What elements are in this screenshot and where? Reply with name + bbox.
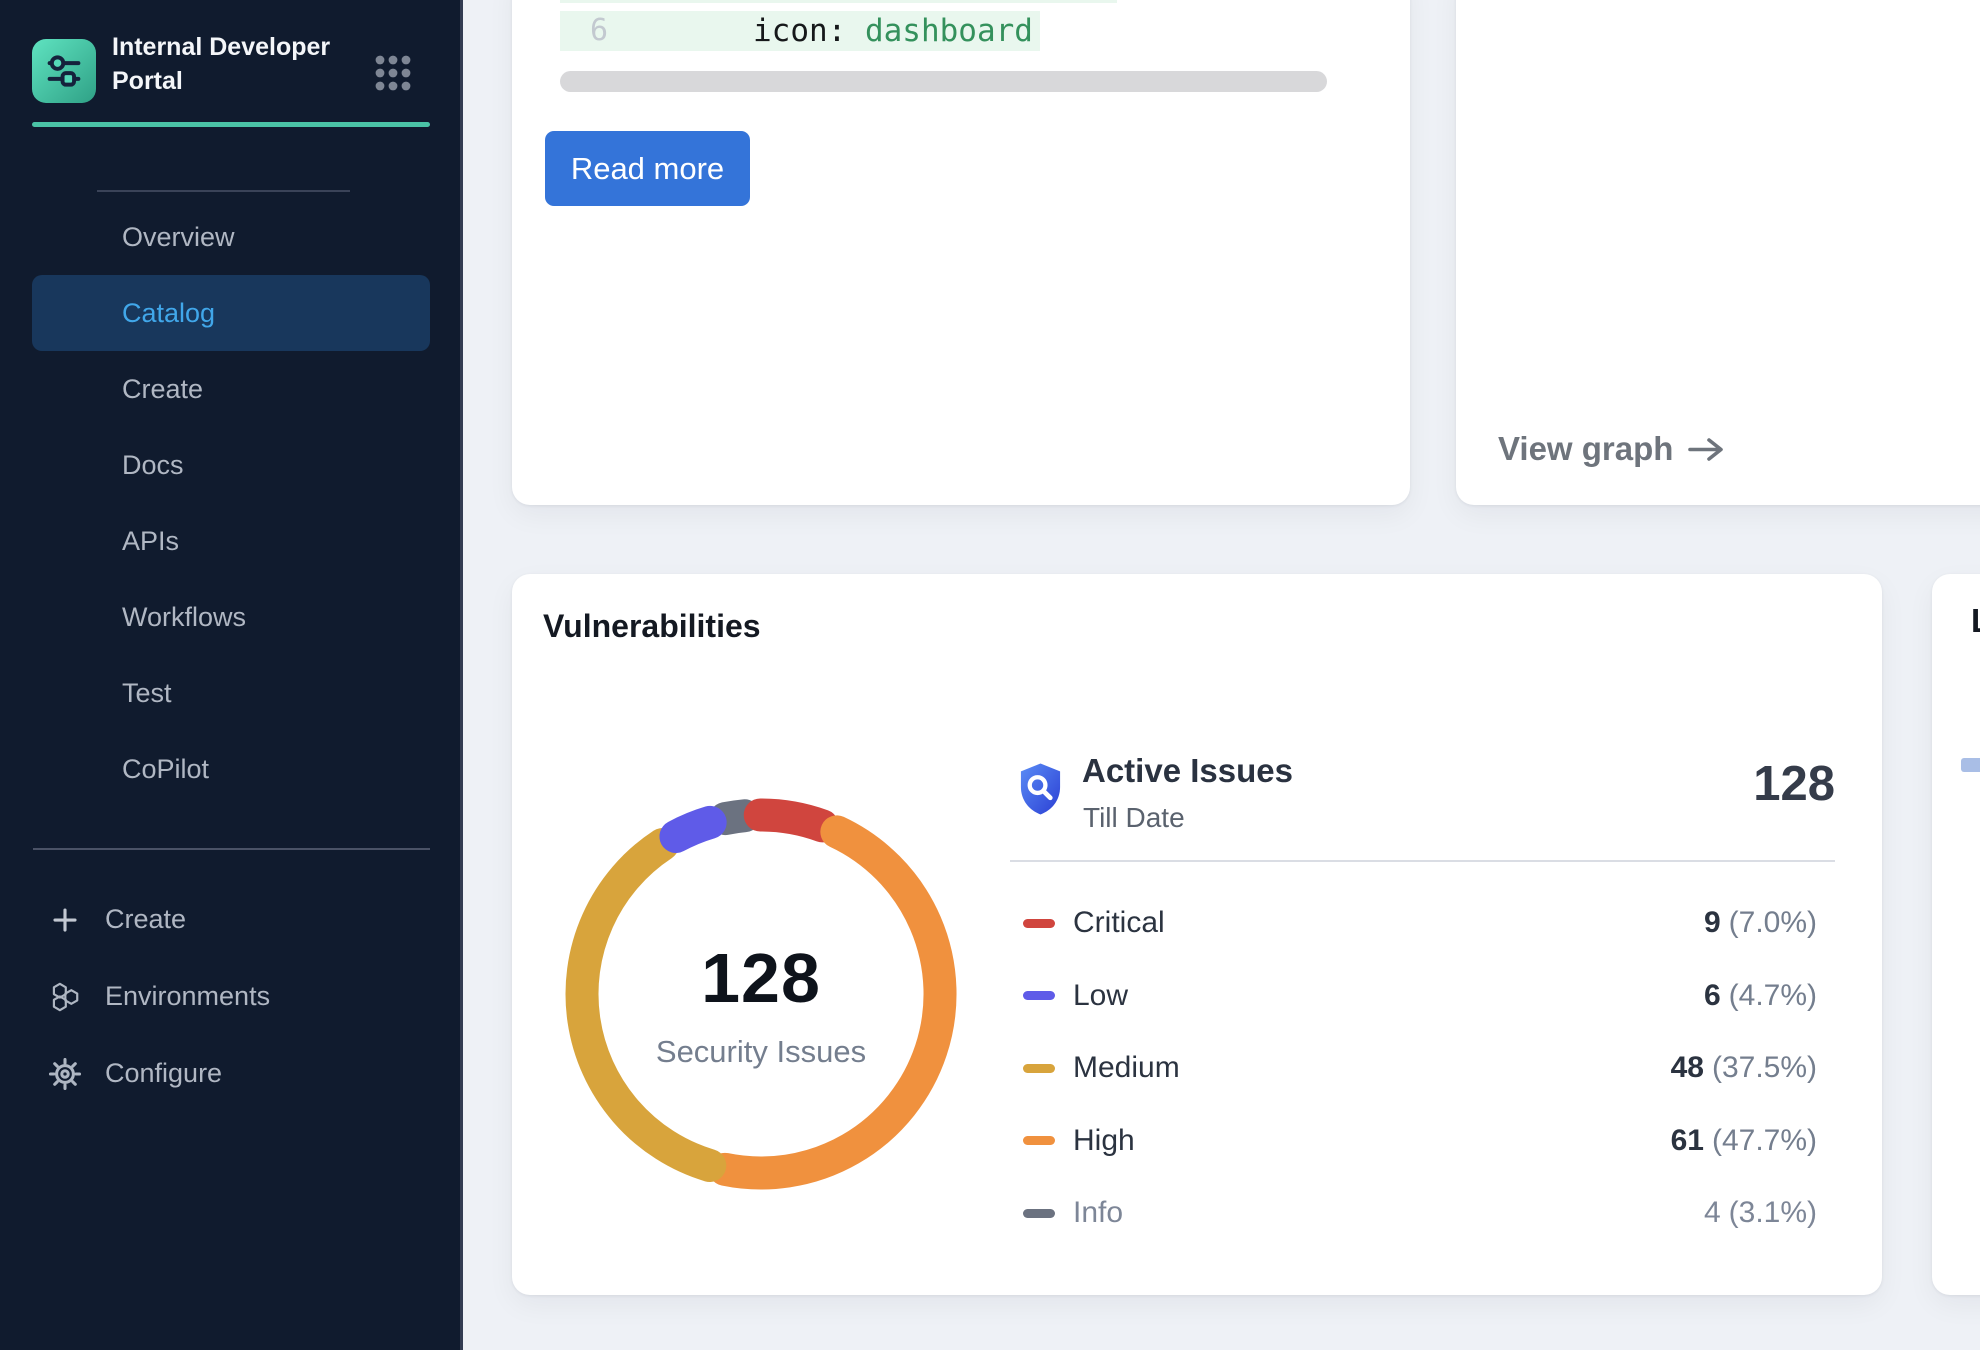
graph-card: View graph [1456,0,1980,505]
legend-percentage: (3.1%) [1729,1196,1817,1229]
legend-value: 6(4.7%) [1704,979,1835,1013]
legend-swatch [1023,919,1055,928]
sidebar-item-label: Catalog [122,298,215,329]
legend-count: 6 [1704,979,1721,1012]
legend-row-high: High 61(47.7%) [1010,1121,1835,1161]
legend-percentage: (47.7%) [1712,1124,1817,1157]
apps-grid-icon[interactable] [374,54,412,92]
legend-count: 61 [1671,1124,1704,1157]
legend-value: 4(3.1%) [1704,1196,1835,1230]
sidebar-bottom-item-create[interactable]: Create [32,881,430,958]
legend-value: 48(37.5%) [1671,1051,1835,1085]
donut-segment-info [725,816,744,819]
legend-row-medium: Medium 48(37.5%) [1010,1048,1835,1088]
sidebar-item-catalog[interactable]: Catalog [32,275,430,351]
active-issues-count: 128 [1512,756,1835,812]
sidebar-item-label: CoPilot [122,754,209,785]
legend-swatch [1023,1136,1055,1145]
shield-scan-icon [1017,760,1064,818]
code-line-partial [560,0,1117,3]
sidebar-item-test[interactable]: Test [32,655,430,731]
legend-row-info: Info 4(3.1%) [1010,1193,1835,1233]
legend-percentage: (37.5%) [1712,1051,1817,1084]
severity-legend: Critical 9(7.0%) Low 6(4.7%) Medium 48(37.5%)… [1010,903,1835,1233]
sidebar-divider [97,190,350,192]
app-root: Internal Developer Portal Overview Catalo… [0,0,1980,1350]
environments-icon [48,980,82,1014]
code-text: icon: dashboard [753,11,1033,51]
sidebar-bottom-item-environments[interactable]: Environments [32,958,430,1035]
legend-label: Low [1073,979,1128,1013]
sidebar-bottom-item-configure[interactable]: Configure [32,1035,430,1112]
sidebar-bottom-nav: Create Environments Configure [32,881,430,1112]
code-key: icon: [753,13,865,49]
sidebar: Internal Developer Portal Overview Catalo… [0,0,463,1350]
legend-label: High [1073,1124,1135,1158]
sidebar-item-workflows[interactable]: Workflows [32,579,430,655]
card-title: Vulnerabilities [543,608,761,645]
code-line: 6 icon: dashboard [560,11,1040,51]
sidebar-item-create[interactable]: Create [32,351,430,427]
active-issues-title: Active Issues [1082,752,1293,790]
legend-swatch [1023,1209,1055,1218]
plus-icon [48,903,82,937]
sidebar-bottom-item-label: Configure [105,1058,222,1089]
sidebar-item-label: APIs [122,526,179,557]
legend-swatch [1023,991,1055,1000]
legend-count: 9 [1704,906,1721,939]
legend-percentage: (4.7%) [1729,979,1817,1012]
legend-swatch [1023,1064,1055,1073]
sidebar-item-overview[interactable]: Overview [32,199,430,275]
code-value: dashboard [865,13,1033,49]
code-line-number: 6 [590,11,608,51]
bar-chart-fragment [1961,758,1980,772]
donut-segment-low [676,822,710,836]
app-title: Internal Developer Portal [112,30,362,98]
legend-row-low: Low 6(4.7%) [1010,976,1835,1016]
sidebar-item-label: Workflows [122,602,246,633]
legend-label: Medium [1073,1051,1180,1085]
sidebar-bottom-item-label: Create [105,904,186,935]
legend-count: 4 [1704,1196,1721,1229]
divider [1010,860,1835,862]
view-graph-label: View graph [1498,430,1673,468]
sidebar-item-label: Test [122,678,172,709]
donut-segment-critical [760,815,822,826]
legend-percentage: (7.0%) [1729,906,1817,939]
sidebar-item-apis[interactable]: APIs [32,503,430,579]
brand-accent-line [32,122,430,127]
sidebar-divider [33,848,430,850]
legend-label: Info [1073,1196,1123,1230]
legend-row-critical: Critical 9(7.0%) [1010,903,1835,943]
sidebar-item-docs[interactable]: Docs [32,427,430,503]
legend-label: Critical [1073,906,1165,940]
sidebar-item-copilot[interactable]: CoPilot [32,731,430,807]
sidebar-item-label: Docs [122,450,184,481]
partial-side-card: L [1932,574,1980,1295]
horizontal-scrollbar[interactable] [560,71,1327,92]
sidebar-item-label: Overview [122,222,235,253]
app-logo-icon [32,39,96,103]
legend-value: 61(47.7%) [1671,1124,1835,1158]
sidebar-nav: Overview Catalog Create Docs APIs Workflows Te… [32,199,430,807]
donut-total-label: Security Issues [596,1034,926,1070]
vulnerabilities-card: Vulnerabilities 128 Security Issues Acti… [512,574,1882,1295]
legend-count: 48 [1671,1051,1704,1084]
view-graph-link[interactable]: View graph [1498,430,1727,468]
sidebar-item-label: Create [122,374,203,405]
docs-card: 6 icon: dashboard Read more [512,0,1410,505]
legend-value: 9(7.0%) [1704,906,1835,940]
donut-total: 128 [641,938,881,1018]
side-card-title: L [1971,602,1980,640]
read-more-button[interactable]: Read more [545,131,750,206]
gear-icon [48,1057,82,1091]
active-issues-subtitle: Till Date [1083,802,1185,834]
arrow-right-icon [1687,436,1727,463]
sidebar-bottom-item-label: Environments [105,981,270,1012]
